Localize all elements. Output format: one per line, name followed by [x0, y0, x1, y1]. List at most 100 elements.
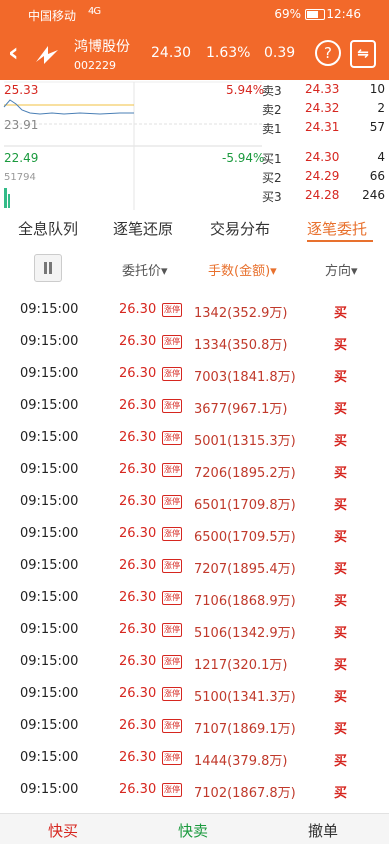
limit-up-badge: 涨停 [162, 431, 182, 445]
orderbook-row: 卖1 24.31 57 [262, 118, 387, 137]
table-row: 09:15:00 26.30 涨停 7107(1869.1万) 买 [0, 710, 389, 742]
chart-low-pct: -5.94% [222, 151, 265, 165]
row-qty: 6500(1709.5万) [194, 530, 296, 545]
limit-up-badge: 涨停 [162, 367, 182, 381]
table-row: 09:15:00 26.30 涨停 5100(1341.3万) 买 [0, 678, 389, 710]
orderbook-price: 24.31 [305, 120, 340, 134]
row-qty: 5001(1315.3万) [194, 434, 296, 449]
limit-up-badge: 涨停 [162, 623, 182, 637]
intraday-mini-chart [3, 81, 262, 210]
cancel-order-button[interactable]: 撤单 [308, 820, 338, 841]
row-qty: 7102(1867.8万) [194, 786, 296, 801]
row-qty: 5100(1341.3万) [194, 690, 296, 705]
row-qty: 7106(1868.9万) [194, 594, 296, 609]
orderbook-price: 24.29 [305, 169, 340, 183]
battery-icon [305, 9, 325, 20]
row-time: 09:15:00 [20, 526, 79, 541]
mini-chart-panel[interactable]: 25.33 23.91 22.49 51794 5.94% -5.94% 卖3 … [0, 80, 389, 211]
tab-underline [307, 240, 373, 242]
row-direction: 买 [334, 434, 348, 449]
header-price: 24.30 [151, 45, 192, 61]
quick-sell-button[interactable]: 快卖 [178, 820, 208, 841]
sort-qty-header[interactable]: 手数(金额)▾ [208, 260, 277, 279]
table-row: 09:15:00 26.30 涨停 7003(1841.8万) 买 [0, 358, 389, 390]
orderbook-label: 买3 [262, 190, 282, 204]
price-line [3, 99, 134, 115]
row-direction: 买 [334, 370, 348, 385]
sort-direction-header[interactable]: 方向▾ [325, 260, 358, 279]
signal-icon: 4G [88, 6, 101, 17]
column-header: 委托价▾ 手数(金额)▾ 方向▾ [0, 248, 389, 286]
limit-up-badge: 涨停 [162, 655, 182, 669]
limit-up-badge: 涨停 [162, 559, 182, 573]
table-row: 09:15:00 26.30 涨停 1444(379.8万) 买 [0, 742, 389, 774]
table-row: 09:15:00 26.30 涨停 7102(1867.8万) 买 [0, 774, 389, 806]
limit-up-badge: 涨停 [162, 463, 182, 477]
tab-trade-distribution[interactable]: 交易分布 [210, 218, 270, 239]
orderbook-price: 24.30 [305, 150, 340, 164]
tab-full-queue[interactable]: 全息队列 [18, 218, 78, 239]
row-price: 26.30 [119, 302, 157, 317]
limit-up-badge: 涨停 [162, 303, 182, 317]
tab-tick-restore[interactable]: 逐笔还原 [113, 218, 173, 239]
row-direction: 买 [334, 658, 348, 673]
clock: 12:46 [326, 7, 361, 21]
row-price: 26.30 [119, 558, 157, 573]
row-time: 09:15:00 [20, 558, 79, 573]
limit-up-badge: 涨停 [162, 783, 182, 797]
orderbook-volume: 10 [369, 82, 385, 96]
row-time: 09:15:00 [20, 622, 79, 637]
row-direction: 买 [334, 530, 348, 545]
row-qty: 7207(1895.4万) [194, 562, 296, 577]
sort-price-header[interactable]: 委托价▾ [122, 260, 168, 279]
limit-up-badge: 涨停 [162, 591, 182, 605]
row-price: 26.30 [119, 654, 157, 669]
battery-percent: 69% [274, 7, 301, 21]
row-price: 26.30 [119, 686, 157, 701]
row-direction: 买 [334, 466, 348, 481]
limit-up-badge: 涨停 [162, 687, 182, 701]
orderbook-label: 卖2 [262, 103, 282, 117]
pause-icon[interactable] [34, 254, 62, 282]
table-row: 09:15:00 26.30 涨停 6501(1709.8万) 买 [0, 486, 389, 518]
chart-volume: 51794 [4, 172, 36, 183]
row-qty: 3677(967.1万) [194, 402, 288, 417]
chart-high-pct: 5.94% [226, 83, 265, 97]
orderbook-volume: 246 [362, 188, 385, 202]
table-row: 09:15:00 26.30 涨停 3677(967.1万) 买 [0, 390, 389, 422]
limit-up-badge: 涨停 [162, 495, 182, 509]
row-price: 26.30 [119, 526, 157, 541]
row-time: 09:15:00 [20, 654, 79, 669]
row-direction: 买 [334, 562, 348, 577]
orderbook-row: 卖2 24.32 2 [262, 99, 387, 118]
quick-buy-button[interactable]: 快买 [48, 820, 78, 841]
bottom-action-bar: 快买 快卖 撤单 [0, 813, 389, 844]
limit-up-badge: 涨停 [162, 527, 182, 541]
help-icon[interactable]: ? [315, 40, 341, 66]
row-qty: 5106(1342.9万) [194, 626, 296, 641]
row-time: 09:15:00 [20, 462, 79, 477]
row-direction: 买 [334, 498, 348, 513]
stock-name[interactable]: 鸿博股份 [74, 36, 130, 56]
order-list[interactable]: 09:15:00 26.30 涨停 1342(352.9万) 买 09:15:00 26.… [0, 286, 389, 813]
row-time: 09:15:00 [20, 494, 79, 509]
row-time: 09:15:00 [20, 398, 79, 413]
orderbook-volume: 2 [377, 101, 385, 115]
orderbook-label: 买2 [262, 171, 282, 185]
orderbook-volume: 4 [377, 150, 385, 164]
back-icon[interactable]: ‹ [8, 40, 32, 68]
table-row: 09:15:00 26.30 涨停 5106(1342.9万) 买 [0, 614, 389, 646]
row-qty: 1444(379.8万) [194, 754, 288, 769]
table-row: 09:15:00 26.30 涨停 5001(1315.3万) 买 [0, 422, 389, 454]
table-row: 09:15:00 26.30 涨停 7106(1868.9万) 买 [0, 582, 389, 614]
carrier-text: 中国移动 [28, 9, 77, 23]
orderbook-price: 24.28 [305, 188, 340, 202]
header-change: 0.39 [264, 45, 296, 61]
row-price: 26.30 [119, 398, 157, 413]
compare-icon[interactable]: ⇋ [350, 40, 376, 68]
row-direction: 买 [334, 722, 348, 737]
tab-tick-orders[interactable]: 逐笔委托 [307, 218, 367, 239]
row-price: 26.30 [119, 430, 157, 445]
row-time: 09:15:00 [20, 590, 79, 605]
row-time: 09:15:00 [20, 686, 79, 701]
